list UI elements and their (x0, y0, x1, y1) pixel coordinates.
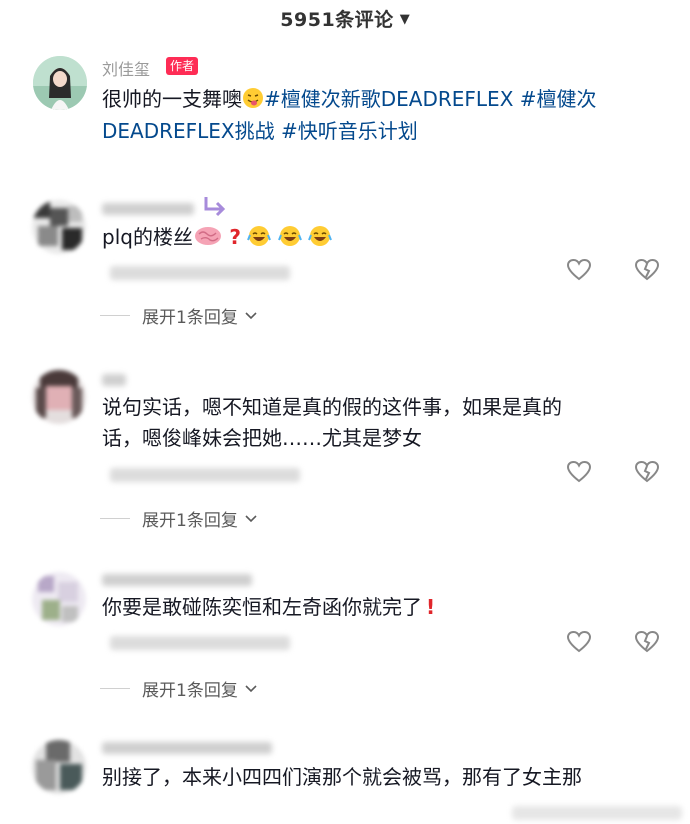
broken-heart-icon[interactable] (634, 258, 660, 282)
blurred-username[interactable] (102, 374, 126, 386)
chevron-down-icon (245, 684, 257, 692)
expand-replies-button[interactable]: 展开1条回复 (100, 303, 258, 328)
comment-avatar[interactable] (32, 572, 86, 626)
author-comment-line2[interactable]: DEADREFLEX挑战 #快听音乐计划 (102, 116, 418, 147)
expand-replies-button[interactable]: 展开1条回复 (100, 676, 258, 701)
broken-heart-icon[interactable] (634, 630, 660, 654)
blurred-username[interactable] (102, 203, 194, 215)
author-avatar[interactable] (33, 56, 87, 110)
blurred-username[interactable] (102, 574, 252, 586)
boost-arrow-icon (204, 197, 226, 217)
chevron-down-icon (245, 514, 257, 522)
comment-meta (110, 266, 290, 280)
question-mark: ? (229, 225, 241, 249)
author-comment-line1: 很帅的一支舞噢 #檀健次新歌DEADREFLEX #檀健次 (102, 84, 597, 118)
rofl-emoji-icon (308, 225, 332, 256)
watermark (512, 806, 682, 820)
expand-replies-label: 展开1条回复 (142, 681, 238, 701)
heart-outline-icon[interactable] (566, 460, 592, 484)
comment-meta (110, 468, 300, 482)
exclaim-mark: ! (426, 595, 436, 619)
comment-3-text: 你要是敢碰陈奕恒和左奇函你就完了! (102, 595, 436, 619)
expand-replies-label: 展开1条回复 (142, 511, 238, 531)
comment-2-line2: 话，嗯俊峰妹会把她……尤其是梦女 (102, 426, 422, 450)
brain-emoji-icon (193, 225, 223, 256)
comment-meta (110, 636, 290, 650)
rofl-emoji-icon (277, 225, 302, 256)
hashtag-line1[interactable]: #檀健次新歌DEADREFLEX #檀健次 (264, 87, 597, 111)
author-username[interactable]: 刘佳玺 (102, 56, 150, 80)
comment-avatar[interactable] (32, 740, 86, 794)
rofl-emoji-icon (247, 225, 272, 256)
chevron-down-icon (245, 311, 257, 319)
comment-count-title: 5951条评论 (280, 8, 394, 31)
expand-replies-label: 展开1条回复 (142, 308, 238, 328)
comment-2-line1: 说句实话，嗯不知道是真的假的这件事，如果是真的 (102, 395, 562, 419)
heart-outline-icon[interactable] (566, 630, 592, 654)
comment-1-text: plq的楼丝 ? (102, 222, 332, 256)
author-badge: 作者 (166, 57, 199, 75)
broken-heart-icon[interactable] (634, 460, 660, 484)
tongue-out-emoji-icon (242, 87, 264, 118)
comments-header[interactable]: 5951条评论 ▼ (0, 0, 690, 36)
expand-replies-button[interactable]: 展开1条回复 (100, 506, 258, 531)
comment-avatar[interactable] (32, 200, 86, 254)
comment-4-line1: 别接了，本来小四四们演那个就会被骂，那有了女主那 (102, 765, 582, 789)
caret-down-icon[interactable]: ▼ (400, 12, 410, 27)
blurred-username[interactable] (102, 742, 272, 754)
heart-outline-icon[interactable] (566, 258, 592, 282)
comment-avatar[interactable] (32, 370, 86, 424)
